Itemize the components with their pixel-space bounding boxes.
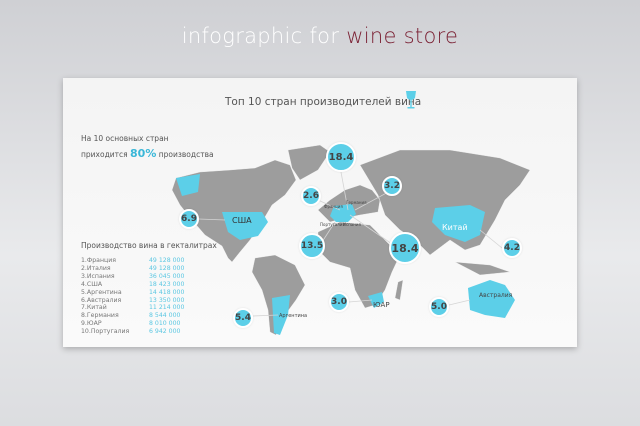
intro-line1: На 10 основных стран	[81, 134, 169, 143]
production-value: 49 128 000	[149, 264, 185, 272]
production-table: 1.Франция 49 128 000 2.Италия 49 128 000 3.И…	[81, 257, 184, 336]
label-spain: Испания	[343, 222, 361, 227]
country-name: 4.США	[81, 280, 103, 288]
label-portugal: Португалия	[320, 222, 345, 227]
bubble: 18.4	[389, 232, 421, 264]
label-china: Китай	[442, 223, 468, 232]
table-row: 10.Португалия 6 942 000	[81, 328, 184, 336]
madagascar	[394, 279, 404, 301]
bubble: 13.5	[299, 233, 325, 259]
production-value: 36 045 000	[149, 272, 185, 280]
bubble: 18.4	[326, 142, 356, 172]
country-name: 10.Португалия	[81, 328, 130, 336]
bubble: 2.6	[301, 186, 321, 206]
production-value: 49 128 000	[149, 257, 185, 264]
indonesia	[454, 261, 511, 276]
table-row: 8.Германия 8 544 000	[81, 312, 184, 320]
bubble: 3.0	[329, 292, 349, 312]
intro-text: На 10 основных стран приходится 80% прои…	[81, 131, 214, 162]
table-row: 9.ЮАР 8 010 000	[81, 320, 184, 328]
table-row: 7.Китай 11 214 000	[81, 304, 184, 312]
country-name: 3.Испания	[81, 272, 115, 280]
table-row: 5.Аргентина 14 418 000	[81, 289, 184, 297]
wine-glass-icon	[406, 91, 416, 109]
table-row: 3.Испания 36 045 000	[81, 273, 184, 281]
country-name: 7.Китай	[81, 304, 107, 312]
bubble: 6.9	[179, 209, 199, 229]
bubble: 5.4	[233, 308, 253, 328]
greenland	[287, 144, 331, 181]
label-usa: США	[232, 216, 252, 225]
production-value: 6 942 000	[149, 328, 181, 336]
australia-shape	[468, 280, 515, 318]
world-map	[171, 144, 531, 336]
production-value: 11 214 000	[149, 304, 185, 312]
label-australia: Австралия	[479, 292, 513, 299]
label-sa: ЮАР	[373, 301, 390, 309]
bubble: 5.0	[429, 297, 449, 317]
intro-post: производства	[158, 150, 214, 159]
country-name: 8.Германия	[81, 312, 119, 320]
production-value: 8 544 000	[149, 312, 181, 320]
label-france: Франция	[324, 204, 343, 209]
production-value: 14 418 000	[149, 288, 185, 296]
bubble: 4.2	[502, 238, 522, 258]
country-name: 5.Аргентина	[81, 288, 122, 296]
intro-percent: 80%	[130, 147, 157, 160]
table-row: 1.Франция 49 128 000	[81, 257, 184, 265]
table-title: Производство вина в гекталитрах	[81, 241, 217, 250]
label-argentina: Аргентина	[279, 313, 308, 319]
intro-pre: приходится	[81, 150, 128, 159]
country-name: 9.ЮАР	[81, 320, 102, 328]
production-value: 18 423 000	[149, 280, 185, 288]
table-row: 2.Италия 49 128 000	[81, 265, 184, 273]
chart-heading: Топ 10 стран производителей вина	[225, 96, 422, 108]
table-row: 4.США 18 423 000	[81, 281, 184, 289]
production-value: 13 350 000	[149, 296, 185, 304]
label-germany: Германия	[346, 200, 367, 205]
production-value: 8 010 000	[149, 320, 181, 328]
country-name: 2.Италия	[81, 264, 111, 272]
country-name: 1.Франция	[81, 257, 116, 264]
bubble: 3.2	[382, 176, 402, 196]
